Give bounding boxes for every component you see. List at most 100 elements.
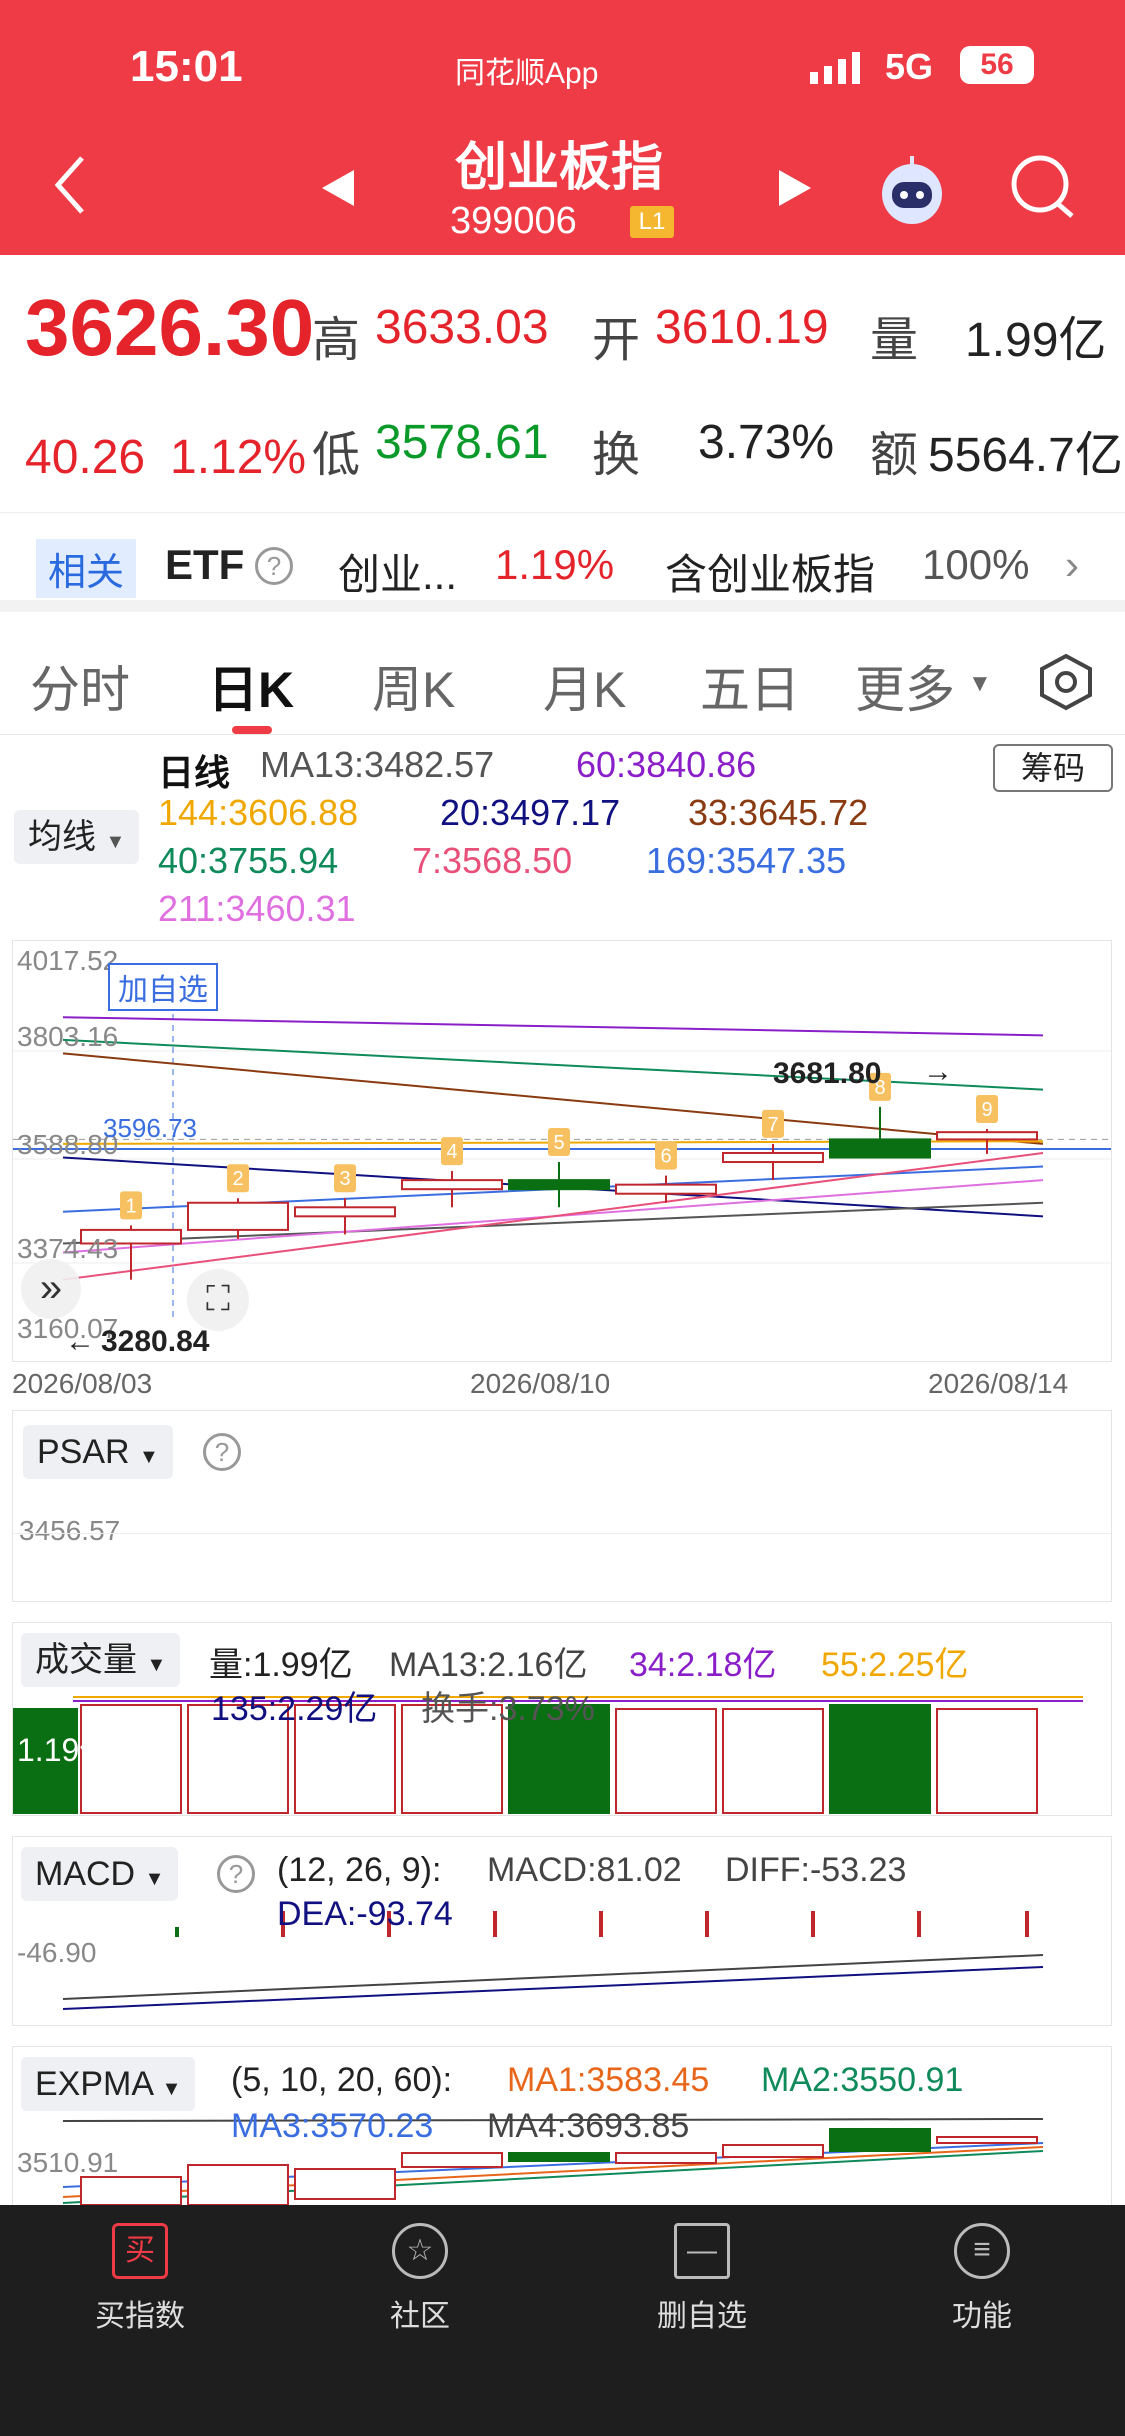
prev-index-icon[interactable]: [318, 168, 358, 208]
expma-dropdown[interactable]: EXPMA ▼: [21, 2057, 196, 2111]
next-index-icon[interactable]: [775, 168, 815, 208]
ma-dropdown-label: 均线: [28, 818, 96, 856]
candle-body-8: [936, 1131, 1038, 1141]
volume-axis-value: 1.19亿: [17, 1732, 112, 1768]
macd-help-icon[interactable]: ?: [217, 1855, 255, 1893]
ma-legend-2: 144:3606.88: [158, 792, 359, 833]
macd-panel[interactable]: MACD ▼ ? (12, 26, 9): MACD:81.02 DIFF:-5…: [12, 1836, 1112, 2026]
psar-axis-value: 3456.57: [19, 1515, 121, 1546]
etf-name: 创业...: [338, 551, 458, 598]
tab-five-day[interactable]: 五日: [700, 650, 800, 722]
ma-dropdown[interactable]: 均线 ▼: [14, 810, 140, 864]
nav-buy-index[interactable]: 买 买指数: [40, 2223, 240, 2335]
day-marker-label-1: 2: [232, 1168, 243, 1190]
expma-candle-2: [294, 2168, 396, 2200]
ma-legend-0: MA13:3482.57: [260, 744, 495, 785]
chevron-right-icon: ›: [1065, 541, 1079, 588]
volume-panel[interactable]: 成交量 ▼ 量:1.99亿 MA13:2.16亿 34:2.18亿 55:2.2…: [12, 1622, 1112, 1816]
x-date-1: 2026/08/10: [470, 1368, 611, 1399]
candle-body-7: [829, 1138, 931, 1159]
nav-community[interactable]: ☆ 社区: [320, 2223, 520, 2335]
macd-dropdown[interactable]: MACD ▼: [21, 1847, 179, 1901]
fullscreen-icon[interactable]: ⛶: [187, 1269, 249, 1331]
day-marker-label-0: 1: [125, 1195, 136, 1217]
expma-candle-8: [936, 2136, 1038, 2144]
help-icon[interactable]: ?: [255, 547, 293, 585]
candle-body-2: [294, 1206, 396, 1218]
kline-chart[interactable]: 123456789 4017.52 3803.16 3588.80 3374.4…: [12, 940, 1112, 1362]
macd-axis-value: -46.90: [17, 1937, 97, 1968]
candle-body-1: [187, 1201, 289, 1231]
day-marker-label-5: 6: [660, 1146, 671, 1168]
candle-body-6: [722, 1151, 824, 1164]
day-marker-label-3: 4: [446, 1141, 457, 1163]
dea-line: [62, 1966, 1044, 2010]
ma-line-0: [62, 1016, 1044, 1037]
macd-label: MACD: [35, 1855, 136, 1893]
back-icon[interactable]: [50, 150, 90, 220]
chevron-down-icon: ▼: [139, 1446, 159, 1468]
candle-body-4: [508, 1179, 610, 1191]
chevron-down-icon: ▼: [146, 1654, 167, 1676]
related-tag: 相关: [36, 539, 137, 598]
expma-ma3: MA3:3570.23: [231, 2107, 434, 2145]
ma-legend-7: 169:3547.35: [646, 840, 847, 881]
etf-contains: 含创业板指: [665, 551, 876, 598]
expma-ma4: MA4:3693.85: [487, 2107, 690, 2145]
expand-left-icon[interactable]: »: [21, 1259, 81, 1319]
diff-line: [62, 1954, 1044, 2000]
psar-help-icon[interactable]: ?: [203, 1433, 241, 1471]
robot-assistant-icon[interactable]: [872, 150, 952, 230]
expma-candle-6: [722, 2144, 824, 2158]
volume-value: 1.99亿: [965, 314, 1107, 367]
etf-pct: 1.19%: [495, 541, 615, 588]
status-app: 同花顺App: [455, 57, 599, 90]
volume-dropdown[interactable]: 成交量 ▼: [21, 1633, 181, 1687]
ma-legend-8: 211:3460.31: [158, 888, 356, 929]
psar-dropdown[interactable]: PSAR ▼: [23, 1425, 173, 1479]
related-etf-row[interactable]: 相关 ETF ? 创业... 1.19% 含创业板指 100% ›: [0, 512, 1125, 612]
ma-legend-4: 33:3645.72: [688, 792, 869, 833]
volume-bar-9: [936, 1708, 1038, 1814]
psar-gridline: [13, 1533, 1111, 1534]
low-label: 低: [312, 429, 361, 482]
volume-bar-6: [615, 1708, 717, 1814]
add-watch-button[interactable]: 加自选: [108, 963, 218, 1011]
volume-ma135: 135:2.29亿: [211, 1690, 378, 1728]
expma-candle-0: [80, 2176, 182, 2205]
expma-candle-4: [508, 2152, 610, 2162]
nav-functions[interactable]: ≡ 功能: [882, 2223, 1082, 2335]
chevron-down-icon: ▼: [105, 831, 126, 853]
settings-icon[interactable]: [1036, 652, 1096, 712]
expma-params: (5, 10, 20, 60):: [231, 2061, 453, 2099]
tab-weekly-k[interactable]: 周K: [372, 650, 455, 722]
status-network: 5G: [885, 46, 934, 87]
ma-legend-5: 40:3755.94: [158, 840, 339, 881]
nav-remove-watch[interactable]: — 删自选: [602, 2223, 802, 2335]
expma-ma1: MA1:3583.45: [507, 2061, 710, 2099]
volume-bar-8: [829, 1704, 931, 1814]
last-price: 3626.30: [25, 283, 315, 372]
volume-ma34: 34:2.18亿: [629, 1646, 777, 1684]
search-icon[interactable]: [1008, 152, 1078, 222]
psar-panel[interactable]: PSAR ▼ ? 3456.57: [12, 1410, 1112, 1602]
tab-more[interactable]: 更多: [855, 650, 955, 722]
tabs-divider: [0, 734, 1125, 735]
battery-icon: 56: [960, 46, 1034, 84]
tab-monthly-k[interactable]: 月K: [543, 650, 626, 722]
tab-intraday[interactable]: 分时: [30, 650, 130, 722]
expma-candle-1: [187, 2164, 289, 2205]
expma-panel[interactable]: EXPMA ▼ (5, 10, 20, 60): MA1:3583.45 MA2…: [12, 2046, 1112, 2205]
arrow-right-icon: →: [923, 1055, 953, 1088]
expma-candle-5: [615, 2152, 717, 2164]
chip-button[interactable]: 筹码: [993, 744, 1113, 792]
macd-diff: DIFF:-53.23: [725, 1851, 907, 1889]
tab-daily-k[interactable]: 日K: [208, 650, 294, 722]
nav-label: 删自选: [657, 2300, 747, 2333]
y-tick-1: 3803.16: [17, 1021, 119, 1052]
level-badge: L1: [630, 206, 674, 238]
header-bar: 15:01 同花顺App 5G 56 创业板指 399006 L1: [0, 0, 1125, 255]
bottom-nav: 买 买指数 ☆ 社区 — 删自选 ≡ 功能: [0, 2205, 1125, 2436]
index-code: 399006: [450, 200, 577, 242]
x-date-2: 2026/08/14: [928, 1368, 1069, 1399]
